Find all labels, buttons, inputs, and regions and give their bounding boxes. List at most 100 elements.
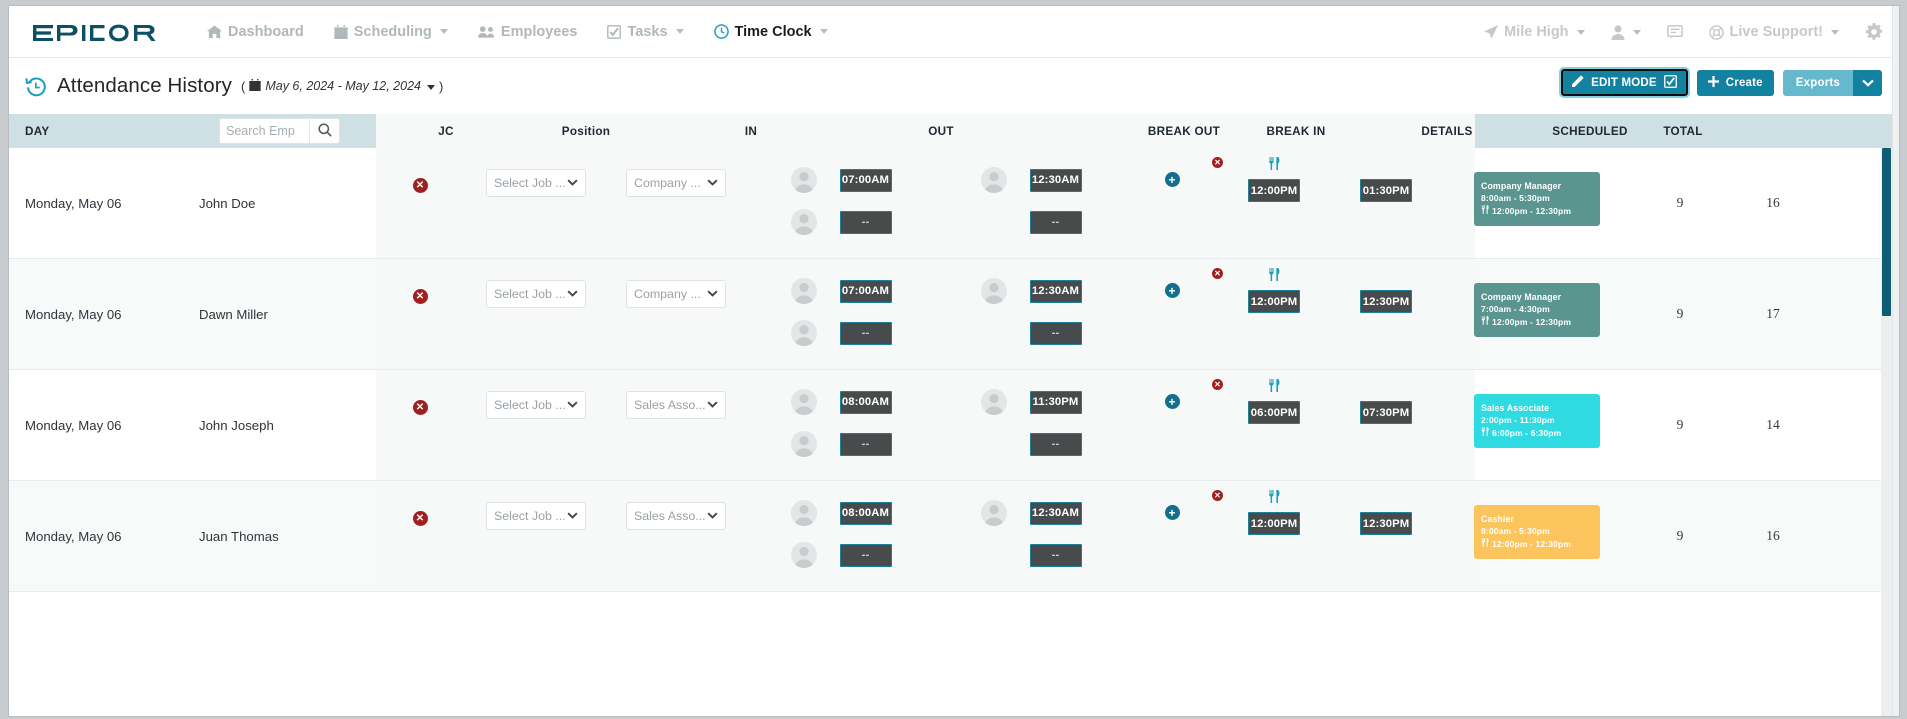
nav-item-user-menu[interactable] <box>1611 24 1641 40</box>
out-time-1[interactable]: 11:30PM <box>1029 390 1082 414</box>
schedule-detail-card[interactable]: Cashier 8:00am - 5:30pm 12:00pm - 12:30pm <box>1474 505 1600 559</box>
cell-jc: Select Job ... <box>466 148 606 258</box>
outer-scrollbar[interactable] <box>1892 6 1899 716</box>
in-time-2[interactable]: -- <box>839 321 892 345</box>
out-time-1[interactable]: 12:30AM <box>1029 279 1082 303</box>
nav-label-time-clock: Time Clock <box>734 23 812 40</box>
in-time-1[interactable]: 08:00AM <box>839 501 892 525</box>
jc-select[interactable]: Select Job ... <box>486 502 586 530</box>
plus-icon: + <box>1164 172 1180 187</box>
in-time-1[interactable]: 07:00AM <box>839 279 892 303</box>
column-header-details[interactable]: DETAILS <box>1352 125 1542 138</box>
exports-button[interactable]: Exports <box>1782 69 1853 96</box>
out-time-2[interactable]: -- <box>1029 321 1082 345</box>
nav-item-scheduling[interactable]: Scheduling <box>334 24 448 40</box>
out-time-2[interactable]: -- <box>1029 210 1082 234</box>
out-time-2[interactable]: -- <box>1029 432 1082 456</box>
column-header-jc[interactable]: JC <box>376 125 516 138</box>
in-punch-secondary: -- <box>790 209 892 235</box>
out-time-1[interactable]: 12:30AM <box>1029 501 1082 525</box>
search-employee-box[interactable] <box>219 118 340 144</box>
break-out-time[interactable]: 12:00PM <box>1248 512 1300 535</box>
column-header-total[interactable]: TOTAL <box>1638 125 1728 138</box>
delete-punch-button[interactable]: ✕ <box>374 370 466 480</box>
column-header-out[interactable]: OUT <box>846 125 1036 138</box>
delete-break-button[interactable]: ✕ <box>1212 379 1223 390</box>
nav-item-live-support[interactable]: Live Support! <box>1708 24 1839 40</box>
cell-in: 07:00AM -- <box>746 259 936 369</box>
add-punch-button[interactable]: + <box>1126 370 1218 480</box>
cell-position: Company ... <box>606 148 746 258</box>
in-time-1[interactable]: 08:00AM <box>839 390 892 414</box>
nav-label-tasks: Tasks <box>627 23 668 40</box>
create-label: Create <box>1725 76 1763 89</box>
jc-select[interactable]: Select Job ... <box>486 280 586 308</box>
table-row[interactable]: Monday, May 06 John Doe ✕ Select Job ... Com… <box>9 148 1899 259</box>
in-time-2[interactable]: -- <box>839 210 892 234</box>
break-out-time[interactable]: 12:00PM <box>1248 179 1300 202</box>
column-header-in[interactable]: IN <box>656 125 846 138</box>
cell-day: Monday, May 06 <box>25 306 122 322</box>
in-punch-primary: 07:00AM <box>790 278 892 304</box>
column-header-break-out[interactable]: BREAK OUT <box>1128 125 1240 138</box>
table-row[interactable]: Monday, May 06 Dawn Miller ✕ Select Job ...… <box>9 259 1899 370</box>
page-header: Attendance History ( May 6, 2024 - May 1… <box>9 58 1899 114</box>
history-back-icon[interactable] <box>25 75 47 97</box>
delete-break-button[interactable]: ✕ <box>1212 268 1223 279</box>
nav-item-settings[interactable] <box>1865 23 1883 41</box>
create-button[interactable]: Create <box>1696 69 1774 96</box>
in-time-2[interactable]: -- <box>839 543 892 567</box>
break-out-time[interactable]: 06:00PM <box>1248 401 1300 424</box>
position-select[interactable]: Sales Asso... <box>626 502 726 530</box>
delete-punch-button[interactable]: ✕ <box>374 148 466 258</box>
column-header-position[interactable]: Position <box>516 125 656 138</box>
search-input[interactable] <box>220 119 309 143</box>
date-range-picker[interactable]: ( May 6, 2024 - May 12, 2024 ) <box>241 78 443 94</box>
in-time-2[interactable]: -- <box>839 432 892 456</box>
delete-punch-button[interactable]: ✕ <box>374 259 466 369</box>
break-out-time[interactable]: 12:00PM <box>1248 290 1300 313</box>
delete-punch-button[interactable]: ✕ <box>374 481 466 591</box>
add-punch-button[interactable]: + <box>1126 148 1218 258</box>
cell-break-in: 01:30PM <box>1330 148 1442 258</box>
add-punch-button[interactable]: + <box>1126 481 1218 591</box>
exports-dropdown-toggle[interactable] <box>1853 69 1882 96</box>
vertical-scrollbar-thumb[interactable] <box>1882 148 1891 316</box>
column-header-scheduled[interactable]: SCHEDULED <box>1542 125 1638 138</box>
nav-item-dashboard[interactable]: Dashboard <box>207 24 304 40</box>
search-button[interactable] <box>309 119 339 143</box>
break-in-time[interactable]: 07:30PM <box>1360 401 1412 424</box>
jc-select[interactable]: Select Job ... <box>486 169 586 197</box>
nav-item-tasks[interactable]: Tasks <box>607 23 684 40</box>
in-punch-secondary: -- <box>790 431 892 457</box>
schedule-detail-card[interactable]: Company Manager 8:00am - 5:30pm 12:00pm - … <box>1474 172 1600 226</box>
delete-break-button[interactable]: ✕ <box>1212 490 1223 501</box>
break-in-time[interactable]: 12:30PM <box>1360 512 1412 535</box>
position-select[interactable]: Sales Asso... <box>626 391 726 419</box>
position-select[interactable]: Company ... <box>626 280 726 308</box>
nav-item-messages[interactable] <box>1666 25 1683 39</box>
nav-item-employees[interactable]: Employees <box>477 24 577 40</box>
nav-item-time-clock[interactable]: Time Clock <box>713 23 828 40</box>
jc-select[interactable]: Select Job ... <box>486 391 586 419</box>
position-select[interactable]: Company ... <box>626 169 726 197</box>
table-row[interactable]: Monday, May 06 Juan Thomas ✕ Select Job ...… <box>9 481 1899 592</box>
nav-item-location[interactable]: Mile High <box>1484 24 1585 40</box>
schedule-detail-card[interactable]: Sales Associate 2:00pm - 11:30pm 6:00pm - … <box>1474 394 1600 448</box>
add-punch-button[interactable]: + <box>1126 259 1218 369</box>
epicor-logo[interactable] <box>31 22 171 42</box>
break-in-time[interactable]: 01:30PM <box>1360 179 1412 202</box>
schedule-detail-card[interactable]: Company Manager 7:00am - 4:30pm 12:00pm - … <box>1474 283 1600 337</box>
break-in-time[interactable]: 12:30PM <box>1360 290 1412 313</box>
detail-break-time: 12:00pm - 12:30pm <box>1481 537 1593 550</box>
out-time-2[interactable]: -- <box>1029 543 1082 567</box>
vertical-scrollbar-track[interactable] <box>1881 148 1892 716</box>
column-header-day[interactable]: DAY <box>9 125 199 138</box>
column-header-break-in[interactable]: BREAK IN <box>1240 125 1352 138</box>
in-time-1[interactable]: 07:00AM <box>839 168 892 192</box>
edit-mode-button[interactable]: EDIT MODE <box>1559 67 1690 98</box>
delete-break-button[interactable]: ✕ <box>1212 157 1223 168</box>
avatar <box>790 167 817 193</box>
out-time-1[interactable]: 12:30AM <box>1029 168 1082 192</box>
table-row[interactable]: Monday, May 06 John Joseph ✕ Select Job ...… <box>9 370 1899 481</box>
